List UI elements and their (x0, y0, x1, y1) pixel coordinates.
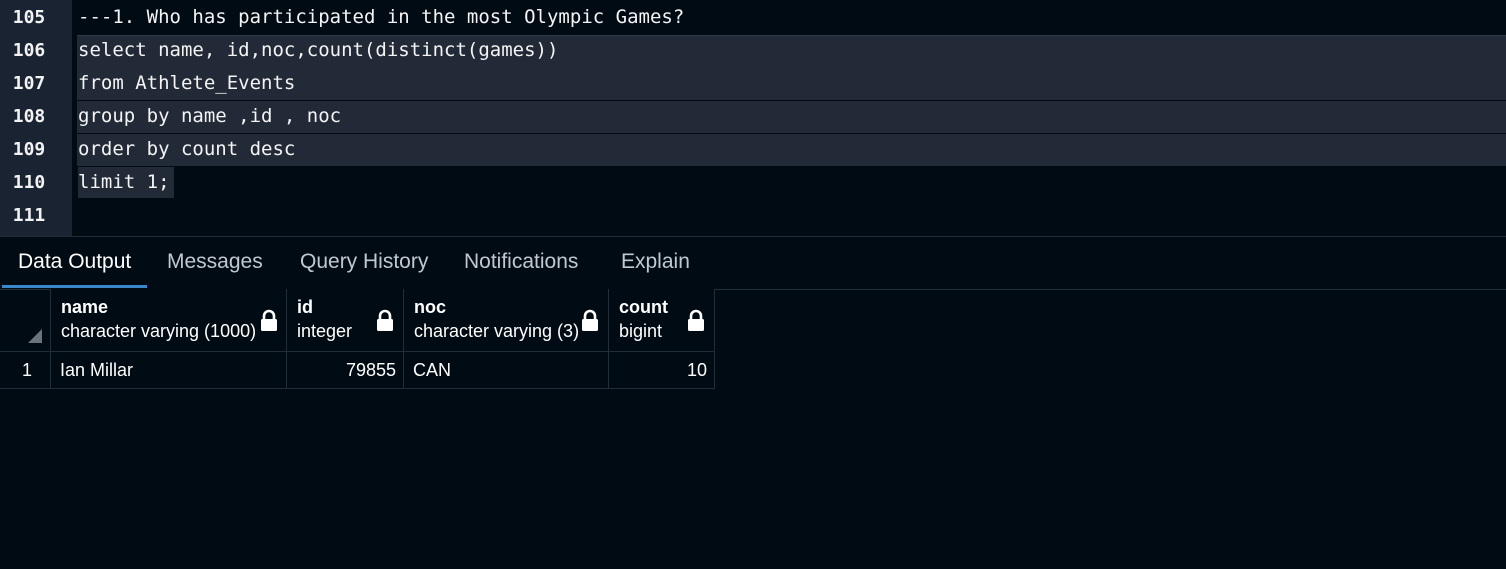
row-number[interactable]: 1 (0, 352, 51, 389)
tab-messages[interactable]: Messages (167, 237, 263, 287)
column-name: count (619, 297, 668, 317)
editor-line[interactable]: 111 (0, 199, 1506, 232)
editor-line[interactable]: 105 ---1. Who has participated in the mo… (0, 1, 1506, 34)
cell-id[interactable]: 79855 (287, 352, 404, 389)
column-header-count[interactable]: count bigint (609, 289, 715, 352)
cell-count[interactable]: 10 (609, 352, 715, 389)
column-header-noc[interactable]: noc character varying (3) (404, 289, 609, 352)
code-text[interactable]: limit 1; (78, 167, 174, 198)
line-number: 108 (12, 106, 46, 127)
line-number: 111 (12, 205, 46, 226)
column-header-name[interactable]: name character varying (1000) (51, 289, 287, 352)
code-text[interactable]: from Athlete_Events (78, 68, 299, 99)
lock-icon (688, 309, 704, 331)
code-text[interactable]: select name, id,noc,count(distinct(games… (78, 35, 562, 66)
select-all-triangle-icon (28, 329, 42, 343)
sql-editor[interactable]: 105 ---1. Who has participated in the mo… (0, 0, 1506, 237)
line-number: 107 (12, 73, 46, 94)
tab-query-history[interactable]: Query History (300, 237, 428, 287)
tab-notifications[interactable]: Notifications (464, 237, 578, 287)
column-name: id (297, 297, 313, 317)
code-text[interactable] (78, 200, 82, 231)
code-text[interactable]: group by name ,id , noc (78, 101, 345, 132)
output-tabs: Data Output Messages Query History Notif… (0, 237, 1506, 290)
line-number: 105 (12, 7, 46, 28)
column-type: bigint (619, 321, 663, 341)
column-name: name (61, 297, 109, 317)
tab-explain[interactable]: Explain (621, 237, 690, 287)
select-all-corner[interactable] (0, 289, 51, 352)
line-number: 110 (12, 172, 46, 193)
line-number: 109 (12, 139, 46, 160)
line-number: 106 (12, 40, 46, 61)
column-type: character varying (3) (414, 321, 580, 341)
editor-line[interactable]: 108 group by name ,id , noc (0, 100, 1506, 133)
column-header-id[interactable]: id integer (287, 289, 404, 352)
cell-name[interactable]: Ian Millar (51, 352, 287, 389)
code-text[interactable]: order by count desc (78, 134, 299, 165)
lock-icon (261, 309, 277, 331)
column-name: noc (414, 297, 447, 317)
lock-icon (582, 309, 598, 331)
column-type: character varying (1000) (61, 321, 257, 341)
cell-noc[interactable]: CAN (404, 352, 609, 389)
tab-data-output[interactable]: Data Output (1, 237, 148, 288)
lock-icon (377, 309, 393, 331)
column-type: integer (297, 321, 353, 341)
editor-line[interactable]: 107 from Athlete_Events (0, 67, 1506, 100)
editor-line[interactable]: 109 order by count desc (0, 133, 1506, 166)
editor-line[interactable]: 110 limit 1; (0, 166, 1506, 199)
code-text[interactable]: ---1. Who has participated in the most O… (78, 2, 688, 33)
editor-line[interactable]: 106 select name, id,noc,count(distinct(g… (0, 34, 1506, 69)
